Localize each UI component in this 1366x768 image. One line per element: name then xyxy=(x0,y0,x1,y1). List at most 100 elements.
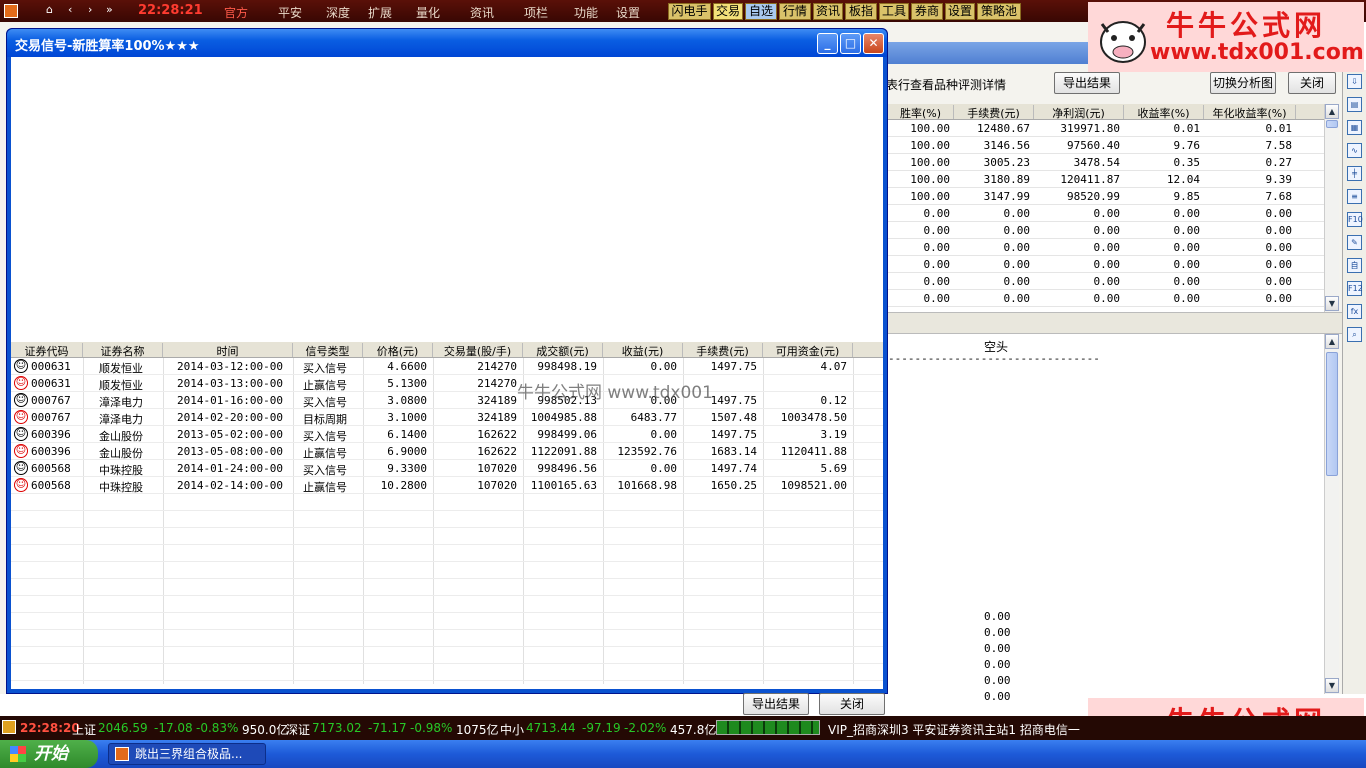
detail-scrollbar[interactable]: ▲ ▼ xyxy=(1324,334,1339,694)
maximize-icon[interactable]: □ xyxy=(840,33,861,54)
grid-icon[interactable]: ▦ xyxy=(1347,120,1362,135)
signal-cell-price: 3.1000 xyxy=(387,411,427,424)
col-return: 收益率(%) xyxy=(1124,105,1204,120)
scroll-thumb[interactable] xyxy=(1326,120,1338,128)
sh-volume: 950.0亿 xyxy=(242,723,289,737)
dialog-export-button[interactable]: 导出结果 xyxy=(743,693,809,715)
result-cell: 100.00 xyxy=(910,156,950,169)
result-row[interactable]: 100.00 3180.89 120411.87 12.04 9.39 xyxy=(888,171,1324,188)
result-cell: 120411.87 xyxy=(1060,173,1120,186)
signal-row[interactable]: ☺ 000631 顺发恒业 2014-03-13:00-00 止赢信号 5.1300 214… xyxy=(11,375,883,392)
empty-row xyxy=(11,545,883,562)
tool-flash-trade[interactable]: 闪电手 xyxy=(668,3,711,20)
signal-row[interactable]: ☺ 000767 漳泽电力 2014-02-20:00-00 目标周期 3.1000 324… xyxy=(11,409,883,426)
result-row[interactable]: 100.00 3146.56 97560.40 9.76 7.58 xyxy=(888,137,1324,154)
down-arrow-icon[interactable]: ⇩ xyxy=(1347,74,1362,89)
tool-news[interactable]: 资讯 xyxy=(813,3,843,20)
close-icon[interactable]: ✕ xyxy=(863,33,884,54)
bg-close-button[interactable]: 关闭 xyxy=(1288,72,1336,94)
menu-settings[interactable]: 设置 xyxy=(616,4,640,21)
dialog-close-button[interactable]: 关闭 xyxy=(819,693,885,715)
signal-cell-type: 买入信号 xyxy=(303,464,347,477)
result-row[interactable]: 100.00 3005.23 3478.54 0.35 0.27 xyxy=(888,154,1324,171)
tool-broker[interactable]: 券商 xyxy=(911,3,943,20)
result-row[interactable]: 100.00 3147.99 98520.99 9.85 7.68 xyxy=(888,188,1324,205)
dialog-titlebar[interactable]: 交易信号-新胜算率100%★★★ _ □ ✕ xyxy=(7,29,887,57)
signal-row[interactable]: ☺ 000631 顺发恒业 2014-03-12:00-00 买入信号 4.6600 214… xyxy=(11,358,883,375)
news-icon[interactable]: ≡ xyxy=(1347,189,1362,204)
result-row[interactable]: 0.00 0.00 0.00 0.00 0.00 xyxy=(888,273,1324,290)
signal-row[interactable]: ☺ 600396 金山股份 2013-05-08:00-00 止赢信号 6.9000 162… xyxy=(11,443,883,460)
signal-cell-time: 2014-01-16:00-00 xyxy=(177,394,283,407)
scroll-up-icon[interactable]: ▲ xyxy=(1325,104,1339,119)
detail-scroll-up-icon[interactable]: ▲ xyxy=(1325,334,1339,349)
signal-cell-cash: 1098521.00 xyxy=(780,479,847,492)
report-icon[interactable]: ▤ xyxy=(1347,97,1362,112)
result-cell: 3147.99 xyxy=(983,190,1030,203)
menu-official[interactable]: 官方 xyxy=(224,4,248,21)
result-row[interactable]: 0.00 0.00 0.00 0.00 0.00 xyxy=(888,222,1324,239)
line-chart-icon[interactable]: ∿ xyxy=(1347,143,1362,158)
result-cell: 100.00 xyxy=(910,173,950,186)
signal-cell-name: 漳泽电力 xyxy=(99,413,143,426)
signal-row[interactable]: ☺ 600568 中珠控股 2014-01-24:00-00 买入信号 9.3300 107… xyxy=(11,460,883,477)
note-icon[interactable]: ✎ xyxy=(1347,235,1362,250)
result-row[interactable]: 0.00 0.00 0.00 0.00 0.00 xyxy=(888,290,1324,307)
zero-value: 0.00 xyxy=(984,674,1011,687)
result-row[interactable]: 100.00 12480.67 319971.80 0.01 0.01 xyxy=(888,120,1324,137)
result-cell: 0.00 xyxy=(1093,207,1121,220)
status-icon[interactable] xyxy=(2,720,16,734)
result-row[interactable]: 0.00 0.00 0.00 0.00 0.00 xyxy=(888,256,1324,273)
self-select-icon[interactable]: 自 xyxy=(1347,258,1362,273)
signal-row[interactable]: ☺ 000767 漳泽电力 2014-01-16:00-00 买入信号 3.0800 324… xyxy=(11,392,883,409)
signal-cell-time: 2014-02-20:00-00 xyxy=(177,411,283,424)
windows-logo-icon xyxy=(10,746,26,762)
result-cell: 3478.54 xyxy=(1073,156,1120,169)
detail-scroll-thumb[interactable] xyxy=(1326,352,1338,476)
double-down-icon[interactable]: » xyxy=(106,3,113,16)
menu-topbar[interactable]: 项栏 xyxy=(524,4,548,21)
result-row[interactable]: 0.00 0.00 0.00 0.00 0.00 xyxy=(888,205,1324,222)
f10-icon[interactable]: F10 xyxy=(1347,212,1363,227)
menu-news[interactable]: 资讯 xyxy=(470,4,494,21)
f12-icon[interactable]: F12 xyxy=(1347,281,1363,296)
server-list[interactable]: VIP_招商深圳3 平安证券资讯主站1 招商电信一 xyxy=(828,721,1080,738)
menu-extend[interactable]: 扩展 xyxy=(368,4,392,21)
home-icon[interactable]: ⌂ xyxy=(46,3,53,16)
start-button[interactable]: 开始 xyxy=(0,740,98,768)
menu-quant[interactable]: 量化 xyxy=(416,4,440,21)
minimize-icon[interactable]: _ xyxy=(817,33,838,54)
signal-row[interactable]: ☺ 600396 金山股份 2013-05-02:00-00 买入信号 6.1400 162… xyxy=(11,426,883,443)
col-name: 证券名称 xyxy=(83,343,163,358)
tool-strategy-pool[interactable]: 策略池 xyxy=(977,3,1021,20)
result-cell: 98520.99 xyxy=(1067,190,1120,203)
candle-icon[interactable]: ╪ xyxy=(1347,166,1362,181)
result-row[interactable]: 0.00 0.00 0.00 0.00 0.00 xyxy=(888,239,1324,256)
signal-cell-type: 止赢信号 xyxy=(303,379,347,392)
switch-chart-button[interactable]: 切换分析图 xyxy=(1210,72,1276,94)
menu-pingan[interactable]: 平安 xyxy=(278,4,302,21)
tool-watchlist[interactable]: 自选 xyxy=(745,3,777,20)
splitter-bar[interactable] xyxy=(888,312,1342,334)
menu-depth[interactable]: 深度 xyxy=(326,4,350,21)
scroll-down-icon[interactable]: ▼ xyxy=(1325,296,1339,311)
result-cell: 0.00 xyxy=(1173,258,1201,271)
results-scrollbar[interactable]: ▲ ▼ xyxy=(1324,104,1339,312)
signal-row[interactable]: ☺ 600568 中珠控股 2014-02-14:00-00 止赢信号 10.2800 10… xyxy=(11,477,883,494)
menu-function[interactable]: 功能 xyxy=(574,4,598,21)
detail-scroll-down-icon[interactable]: ▼ xyxy=(1325,678,1339,693)
bg-export-button[interactable]: 导出结果 xyxy=(1054,72,1120,94)
back-icon[interactable]: ‹ xyxy=(68,3,72,16)
taskbar-app-button[interactable]: 跳出三界组合极品... xyxy=(108,743,266,765)
tool-board-index[interactable]: 板指 xyxy=(845,3,877,20)
result-cell: 0.00 xyxy=(923,207,951,220)
tool-quotes[interactable]: 行情 xyxy=(779,3,811,20)
tool-trade[interactable]: 交易 xyxy=(713,3,743,20)
forward-icon[interactable]: › xyxy=(88,3,92,16)
signal-cell-profit: 0.00 xyxy=(650,360,678,373)
tool-tools[interactable]: 工具 xyxy=(879,3,909,20)
col-fee: 手续费(元) xyxy=(683,343,763,358)
formula-icon[interactable]: fx xyxy=(1347,304,1362,319)
search-icon[interactable]: ⌕ xyxy=(1347,327,1362,342)
tool-settings[interactable]: 设置 xyxy=(945,3,975,20)
